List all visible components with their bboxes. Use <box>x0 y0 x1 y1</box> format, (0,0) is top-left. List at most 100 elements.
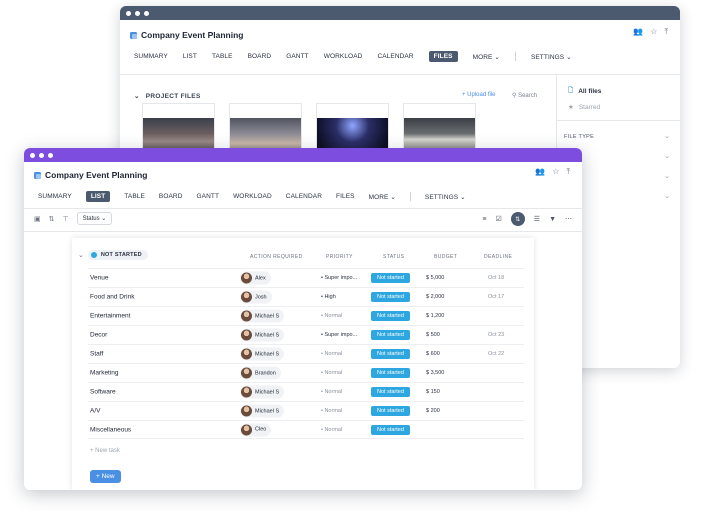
expand-icon[interactable]: ▣ <box>34 215 41 223</box>
assignee-chip[interactable]: Michael S <box>240 347 285 361</box>
status-badge[interactable]: Not started <box>371 330 410 340</box>
pin-icon[interactable]: ⤒ <box>566 167 570 177</box>
priority-value[interactable]: • Normal <box>321 313 342 319</box>
tab-board[interactable]: BOARD <box>159 193 183 200</box>
window-control-dot[interactable] <box>30 152 35 158</box>
budget-value[interactable]: $ 200 <box>426 408 440 414</box>
priority-value[interactable]: • High <box>321 294 336 300</box>
group-header[interactable]: ⌄ NOT STARTED <box>78 250 148 260</box>
sidebar-item-starred[interactable]: ★ Starred <box>568 103 601 112</box>
column-header-priority[interactable]: PRIORITY <box>326 254 353 260</box>
tab-calendar[interactable]: CALENDAR <box>286 193 322 200</box>
members-icon[interactable]: 👥 <box>535 167 545 177</box>
sidebar-item-all-files[interactable]: 🗋 All files <box>568 86 601 97</box>
tab-board[interactable]: BOARD <box>248 53 272 60</box>
deadline-value[interactable]: Oct 22 <box>488 351 504 357</box>
tab-gantt[interactable]: GANTT <box>197 193 220 200</box>
deadline-value[interactable]: Oct 18 <box>488 275 504 281</box>
budget-value[interactable]: $ 5,000 <box>426 275 444 281</box>
assignee-chip[interactable]: Cleo <box>240 423 272 436</box>
new-task-link[interactable]: + New task <box>90 448 120 454</box>
tab-calendar[interactable]: CALENDAR <box>377 53 413 60</box>
budget-value[interactable]: $ 600 <box>426 351 440 357</box>
assignee-chip[interactable]: Michael S <box>240 309 285 323</box>
column-header-budget[interactable]: BUDGET <box>434 254 457 260</box>
list-view-icon[interactable]: ≡ <box>482 216 486 223</box>
table-row[interactable]: Staff Michael S • Normal Not started $ 6… <box>88 344 524 363</box>
table-row[interactable]: Software Michael S • Normal Not started … <box>88 382 524 401</box>
priority-value[interactable]: • Normal <box>321 389 342 395</box>
tab-table[interactable]: TABLE <box>124 193 145 200</box>
tab-more[interactable]: MORE ⌄ <box>473 53 500 61</box>
window-control-dot[interactable] <box>39 152 44 158</box>
status-badge[interactable]: Not started <box>371 424 410 435</box>
checkbox-icon[interactable]: ☑ <box>496 215 502 223</box>
assignee-chip[interactable]: Brandon <box>240 366 281 380</box>
tab-more[interactable]: MORE ⌄ <box>369 193 396 201</box>
status-filter-button[interactable]: Status ⌄ <box>76 212 113 225</box>
tab-table[interactable]: TABLE <box>212 53 233 60</box>
tab-list[interactable]: LIST <box>85 191 111 202</box>
tab-files[interactable]: FILES <box>428 51 458 62</box>
assignee-chip[interactable]: Michael S <box>240 328 285 342</box>
pin-icon[interactable]: ⤒ <box>664 27 668 37</box>
window-control-dot[interactable] <box>48 152 53 158</box>
file-type-filter[interactable]: FILE TYPE <box>564 134 594 140</box>
upload-file-link[interactable]: + Upload file <box>462 92 496 98</box>
table-row[interactable]: Miscellaneous Cleo • Normal Not started <box>88 420 524 439</box>
task-name[interactable]: Entertainment <box>90 313 130 320</box>
project-files-header[interactable]: ⌄ PROJECT FILES <box>134 92 201 101</box>
chevron-down-icon[interactable]: ⌄ <box>664 172 670 180</box>
status-badge[interactable]: Not started <box>371 387 410 397</box>
tab-workload[interactable]: WORKLOAD <box>324 53 363 60</box>
new-button[interactable]: + New <box>90 470 121 483</box>
tab-settings[interactable]: SETTINGS ⌄ <box>425 193 466 201</box>
tab-gantt[interactable]: GANTT <box>286 53 309 60</box>
star-icon[interactable]: ☆ <box>552 167 559 177</box>
window-control-dot[interactable] <box>126 10 131 16</box>
chevron-down-icon[interactable]: ⌄ <box>664 132 670 140</box>
table-row[interactable]: Food and Drink Josh • High Not started $… <box>88 287 524 306</box>
priority-value[interactable]: • Normal <box>321 427 342 433</box>
column-header-status[interactable]: STATUS <box>383 254 404 260</box>
task-name[interactable]: Miscellaneous <box>90 426 131 433</box>
status-badge[interactable]: Not started <box>371 311 410 321</box>
tab-summary[interactable]: SUMMARY <box>38 193 72 200</box>
table-row[interactable]: Marketing Brandon • Normal Not started $… <box>88 363 524 382</box>
task-name[interactable]: Venue <box>90 275 108 282</box>
task-name[interactable]: Food and Drink <box>90 294 134 301</box>
assignee-chip[interactable]: Josh <box>240 290 272 304</box>
chevron-down-icon[interactable]: ⌄ <box>78 251 84 259</box>
task-name[interactable]: Decor <box>90 332 107 339</box>
status-badge[interactable]: Not started <box>371 368 410 378</box>
chevron-down-icon[interactable]: ⌄ <box>664 192 670 200</box>
priority-value[interactable]: • Normal <box>321 370 342 376</box>
tab-summary[interactable]: SUMMARY <box>134 53 168 60</box>
budget-value[interactable]: $ 1,200 <box>426 313 444 319</box>
table-row[interactable]: Entertainment Michael S • Normal Not sta… <box>88 306 524 325</box>
group-by-icon[interactable]: ⇅ <box>510 212 525 226</box>
more-options-icon[interactable]: ⋯ <box>565 215 572 223</box>
collapse-icon[interactable]: ⇅ <box>49 215 55 223</box>
tab-list[interactable]: LIST <box>183 53 197 60</box>
task-name[interactable]: Staff <box>90 351 103 358</box>
task-name[interactable]: Software <box>90 389 116 396</box>
window-control-dot[interactable] <box>144 10 149 16</box>
budget-value[interactable]: $ 500 <box>426 332 440 338</box>
tab-settings[interactable]: SETTINGS ⌄ <box>531 53 572 61</box>
tab-files[interactable]: FILES <box>336 193 355 200</box>
column-header-deadline[interactable]: DEADLINE <box>484 254 512 260</box>
task-name[interactable]: A/V <box>90 408 100 415</box>
deadline-value[interactable]: Oct 23 <box>488 332 504 338</box>
files-search[interactable]: ⚲ Search <box>512 92 537 99</box>
star-icon[interactable]: ☆ <box>650 27 657 37</box>
table-row[interactable]: Venue Alex • Super impo... Not started $… <box>88 268 524 287</box>
table-row[interactable]: Decor Michael S • Super impo... Not star… <box>88 325 524 344</box>
task-name[interactable]: Marketing <box>90 370 119 377</box>
priority-value[interactable]: • Super impo... <box>321 275 357 281</box>
budget-value[interactable]: $ 3,500 <box>426 370 444 376</box>
assignee-chip[interactable]: Michael S <box>240 404 285 418</box>
chevron-down-icon[interactable]: ⌄ <box>664 152 670 160</box>
tab-workload[interactable]: WORKLOAD <box>233 193 272 200</box>
deadline-value[interactable]: Oct 17 <box>488 294 504 300</box>
